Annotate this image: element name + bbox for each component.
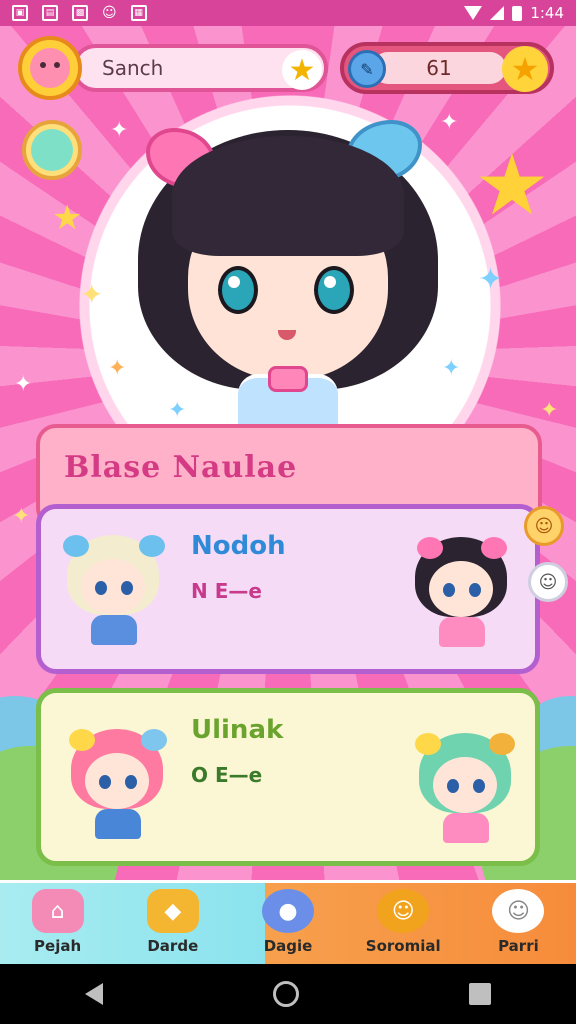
main-character: [118, 90, 458, 430]
card-name: Nodoh: [191, 531, 286, 561]
signal-icon: [490, 6, 505, 20]
system-nav-bar: [0, 964, 576, 1024]
calendar-icon: ▤: [42, 5, 58, 21]
nav-label: Darde: [147, 937, 199, 955]
star-mascot-icon[interactable]: ★: [472, 143, 552, 227]
character-card-2[interactable]: Ulinak O E—e: [36, 688, 540, 866]
nav-label: Parri: [498, 937, 539, 955]
battery-icon: [512, 5, 523, 21]
blonde-chibi-icon: [63, 535, 165, 645]
character-card-1[interactable]: Nodoh N E—e: [36, 504, 540, 674]
dark-hair-chibi-icon: [411, 537, 511, 647]
nav-item-parri[interactable]: ☺ Parri: [461, 883, 576, 964]
panel-title: Blase Naulae: [64, 450, 298, 485]
green-hair-chibi-icon: [415, 733, 515, 843]
ghost-icon: ☺: [492, 889, 545, 933]
nav-item-pejah[interactable]: ⌂ Pejah: [0, 883, 115, 964]
status-time: 1:44: [530, 4, 564, 22]
cake-icon: ◆: [146, 889, 199, 933]
smile-bubble-icon[interactable]: ☺: [524, 506, 564, 546]
chat-mascot-button[interactable]: [22, 120, 82, 180]
recents-icon[interactable]: [469, 983, 491, 1005]
blob-icon: ●: [262, 889, 314, 933]
card-subtitle: N E—e: [191, 579, 262, 603]
nav-label: Dagie: [263, 937, 313, 955]
mascot-icon: ☺: [377, 889, 430, 933]
clipboard-icon: ▦: [130, 5, 147, 21]
smile-blob-icon: [31, 129, 73, 171]
card-subtitle: O E—e: [191, 763, 263, 787]
search-text: Sanch: [102, 56, 164, 80]
nav-item-soromial[interactable]: ☺ Soromial: [346, 883, 461, 964]
nav-item-dagie[interactable]: ● Dagie: [230, 883, 345, 964]
back-icon[interactable]: [85, 983, 103, 1005]
avatar-face-icon: [30, 48, 70, 88]
wifi-icon: [464, 6, 483, 20]
cat-icon: ☺: [102, 5, 117, 21]
nav-item-darde[interactable]: ◆ Darde: [115, 883, 230, 964]
ghost-bubble-icon[interactable]: ☺: [528, 562, 568, 602]
star-icon[interactable]: ★: [282, 50, 322, 90]
currency-value: 61: [426, 56, 452, 80]
bottom-nav: ⌂ Pejah ◆ Darde ● Dagie ☺ Soromial ☺ Par…: [0, 880, 576, 964]
status-bar: ▣ ▤ ▩ ☺ ▦ 1:44: [0, 0, 576, 26]
star-badge-icon[interactable]: ★: [502, 46, 548, 92]
nav-label: Pejah: [34, 937, 82, 955]
home-icon[interactable]: [273, 981, 299, 1007]
pink-hair-chibi-icon: [67, 729, 167, 839]
coin-icon: ✎: [348, 50, 386, 88]
nav-label: Soromial: [365, 937, 441, 955]
photo-icon: ▣: [12, 5, 28, 21]
search-field[interactable]: Sanch ★: [72, 44, 328, 92]
gallery-icon: ▩: [72, 5, 88, 21]
house-icon: ⌂: [31, 889, 84, 933]
card-name: Ulinak: [191, 715, 284, 745]
profile-avatar[interactable]: [18, 36, 82, 100]
currency-counter[interactable]: 61 ✎ ★: [340, 42, 554, 94]
